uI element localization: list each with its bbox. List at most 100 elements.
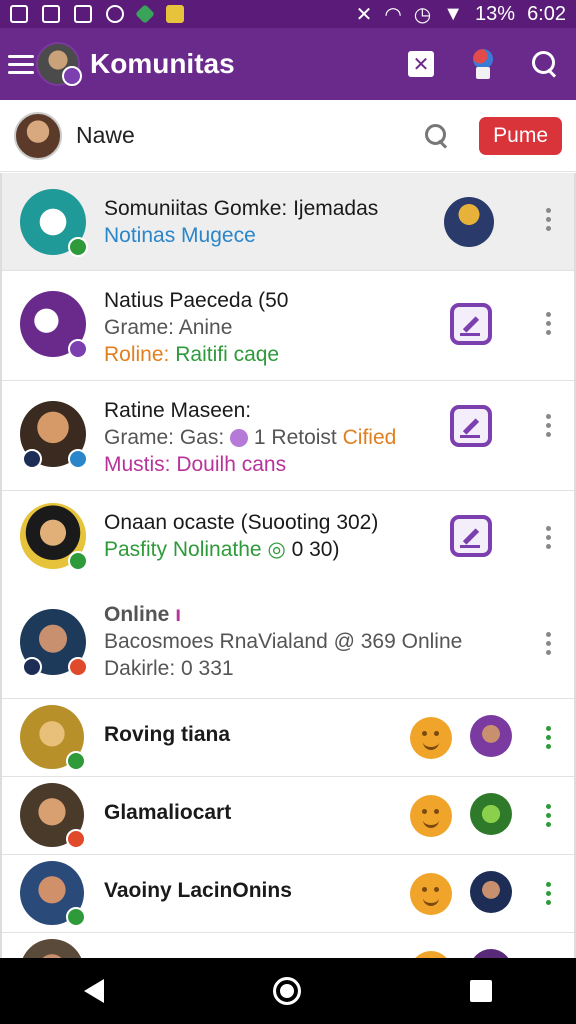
avatar bbox=[20, 939, 84, 958]
app-avatar[interactable] bbox=[36, 42, 82, 86]
online-badge bbox=[66, 751, 86, 771]
list-item[interactable]: Vaoiny LacinOnins bbox=[2, 855, 574, 933]
clock: 6:02 bbox=[527, 2, 566, 25]
system-icons: ✕ ◠ ◷ ▼ 13% 6:02 bbox=[356, 2, 566, 27]
item-subtitle: Bacosmoes RnaVialand @ 369 Online bbox=[104, 630, 463, 653]
diamond-icon bbox=[135, 4, 155, 24]
member-avatar[interactable] bbox=[444, 197, 494, 247]
status-badge bbox=[68, 657, 88, 677]
item-title: Glamaliocart bbox=[104, 801, 232, 824]
item-detail: Dakirle: 0 331 bbox=[104, 657, 234, 680]
online-badge bbox=[66, 907, 86, 927]
emoji-icon[interactable] bbox=[410, 873, 452, 915]
list-item[interactable]: Somuniitas Gomke: Ijemadas Notinas Mugec… bbox=[2, 173, 574, 271]
community-logo bbox=[20, 291, 88, 359]
item-title: Roving tiana bbox=[104, 723, 231, 746]
item-title: Somuniitas Gomke: Ijemadas bbox=[104, 197, 379, 220]
avatar bbox=[20, 401, 88, 469]
more-vert-icon[interactable] bbox=[546, 526, 552, 549]
community-logo bbox=[20, 189, 88, 257]
signal-icon: ▼ bbox=[443, 2, 464, 25]
play-icon bbox=[42, 5, 60, 23]
member-avatar[interactable] bbox=[470, 871, 512, 913]
online-badge bbox=[68, 237, 88, 257]
item-subtitle: Notinas Mugece bbox=[104, 224, 256, 247]
community-list: Somuniitas Gomke: Ijemadas Notinas Mugec… bbox=[0, 173, 576, 958]
item-title: Ratine bbox=[104, 399, 165, 422]
list-item[interactable]: Ratine Maseen: Grame: Gas: 1 Retoist Cif… bbox=[2, 381, 574, 491]
item-role-value: Raitifi caqe bbox=[175, 343, 280, 366]
menu-icon[interactable] bbox=[8, 54, 34, 74]
emoji-icon[interactable] bbox=[410, 717, 452, 759]
avatar bbox=[20, 705, 86, 771]
chart-icon bbox=[74, 5, 92, 23]
more-vert-icon[interactable] bbox=[546, 208, 552, 231]
online-badge bbox=[68, 551, 88, 571]
search-icon[interactable] bbox=[532, 51, 558, 77]
alarm-icon: ◷ bbox=[413, 3, 432, 26]
app-bar: Komunitas ✕ bbox=[0, 28, 576, 100]
item-title: Natius bbox=[104, 289, 164, 312]
member-avatar[interactable] bbox=[470, 793, 512, 835]
list-item[interactable]: Online ı Bacosmoes RnaVialand @ 369 Onli… bbox=[2, 585, 574, 699]
gem-icon bbox=[230, 429, 249, 448]
more-vert-icon[interactable] bbox=[546, 882, 552, 905]
item-title: Vaoiny LacinOnins bbox=[104, 879, 292, 902]
edit-icon[interactable] bbox=[450, 405, 492, 447]
member-avatar[interactable] bbox=[470, 715, 512, 757]
more-vert-icon[interactable] bbox=[546, 804, 552, 827]
tools-icon[interactable]: ✕ bbox=[408, 51, 434, 77]
item-title-count: Paeceda (50 bbox=[169, 289, 289, 312]
level-badge bbox=[22, 449, 42, 469]
edit-icon[interactable] bbox=[450, 515, 492, 557]
item-title-extra: Maseen: bbox=[170, 399, 252, 422]
member-avatar[interactable] bbox=[470, 949, 512, 958]
online-icon: ◎ bbox=[267, 538, 286, 561]
notification-icons bbox=[10, 4, 184, 24]
emoji-icon[interactable] bbox=[410, 951, 452, 958]
app-icon bbox=[166, 5, 184, 23]
pume-button[interactable]: Pume bbox=[479, 116, 562, 155]
item-game: Grame: Gas: bbox=[104, 426, 225, 449]
more-vert-icon[interactable] bbox=[546, 726, 552, 749]
recents-icon[interactable] bbox=[469, 980, 492, 1002]
list-item[interactable]: Onaan ocaste (Suooting 302) Pasfity Noli… bbox=[2, 491, 574, 585]
item-status: Pasfity Nolinathe bbox=[104, 538, 262, 561]
item-title: Onaan ocaste (Suooting 302) bbox=[104, 511, 379, 534]
navigation-bar bbox=[0, 958, 576, 1024]
edit-icon[interactable] bbox=[450, 303, 492, 345]
list-item[interactable]: Roving tiana bbox=[2, 699, 574, 777]
notification-icon[interactable] bbox=[468, 49, 498, 79]
item-count: 0 30) bbox=[291, 538, 340, 561]
list-item[interactable]: Glamaliocart bbox=[2, 777, 574, 855]
wifi-icon: ◠ bbox=[384, 3, 402, 26]
item-count: 1 Retoist bbox=[253, 426, 337, 449]
emoji-icon[interactable] bbox=[410, 795, 452, 837]
status-bar: ✕ ◠ ◷ ▼ 13% 6:02 bbox=[0, 0, 576, 28]
item-role-label: Roline: bbox=[104, 343, 170, 366]
status-badge bbox=[66, 829, 86, 849]
item-status: Mustis: Douilh cans bbox=[104, 453, 287, 476]
avatar bbox=[20, 609, 88, 677]
avatar bbox=[20, 503, 88, 571]
page-title: Komunitas bbox=[90, 48, 235, 79]
online-marker: ı bbox=[175, 603, 182, 626]
avatar[interactable] bbox=[14, 111, 62, 160]
list-item[interactable]: Natius Paeceda (50 Grame: Anine Roline: … bbox=[2, 271, 574, 381]
back-icon[interactable] bbox=[84, 979, 105, 1003]
item-title: Online bbox=[104, 603, 170, 626]
level-badge bbox=[22, 657, 42, 677]
mute-icon: ✕ bbox=[355, 3, 373, 26]
home-icon[interactable] bbox=[272, 977, 301, 1005]
avatar bbox=[20, 861, 86, 927]
item-tag: Cified bbox=[342, 426, 397, 449]
more-vert-icon[interactable] bbox=[546, 632, 552, 655]
item-game: Grame: Anine bbox=[104, 316, 233, 339]
more-vert-icon[interactable] bbox=[546, 414, 552, 437]
gallery-icon bbox=[10, 5, 28, 23]
user-name: Nawe bbox=[76, 122, 135, 148]
search-icon[interactable] bbox=[425, 123, 449, 148]
list-item[interactable] bbox=[2, 933, 574, 958]
more-vert-icon[interactable] bbox=[546, 312, 552, 335]
gear-icon bbox=[106, 5, 124, 23]
